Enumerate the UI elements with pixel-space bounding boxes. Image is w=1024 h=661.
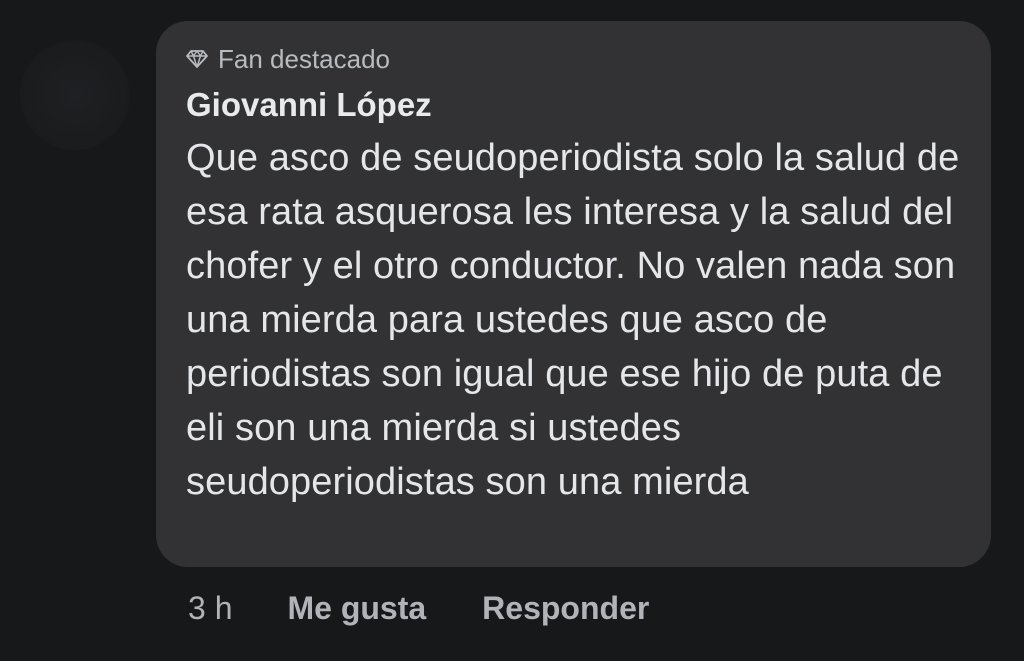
avatar[interactable]: [20, 40, 130, 150]
author-name[interactable]: Giovanni López: [186, 85, 961, 125]
timestamp[interactable]: 3 h: [188, 586, 232, 630]
comment-bubble: Fan destacado Giovanni López Que asco de…: [156, 21, 991, 567]
like-button[interactable]: Me gusta: [287, 586, 426, 630]
diamond-icon: [186, 48, 208, 70]
reply-button[interactable]: Responder: [482, 586, 649, 630]
comment-text: Que asco de seudoperiodista solo la salu…: [186, 137, 960, 503]
comment-actions: 3 h Me gusta Responder: [188, 586, 705, 630]
comment-screen: Fan destacado Giovanni López Que asco de…: [0, 0, 1024, 661]
badge-label: Fan destacado: [218, 44, 391, 74]
top-fan-badge: Fan destacado: [186, 43, 961, 75]
